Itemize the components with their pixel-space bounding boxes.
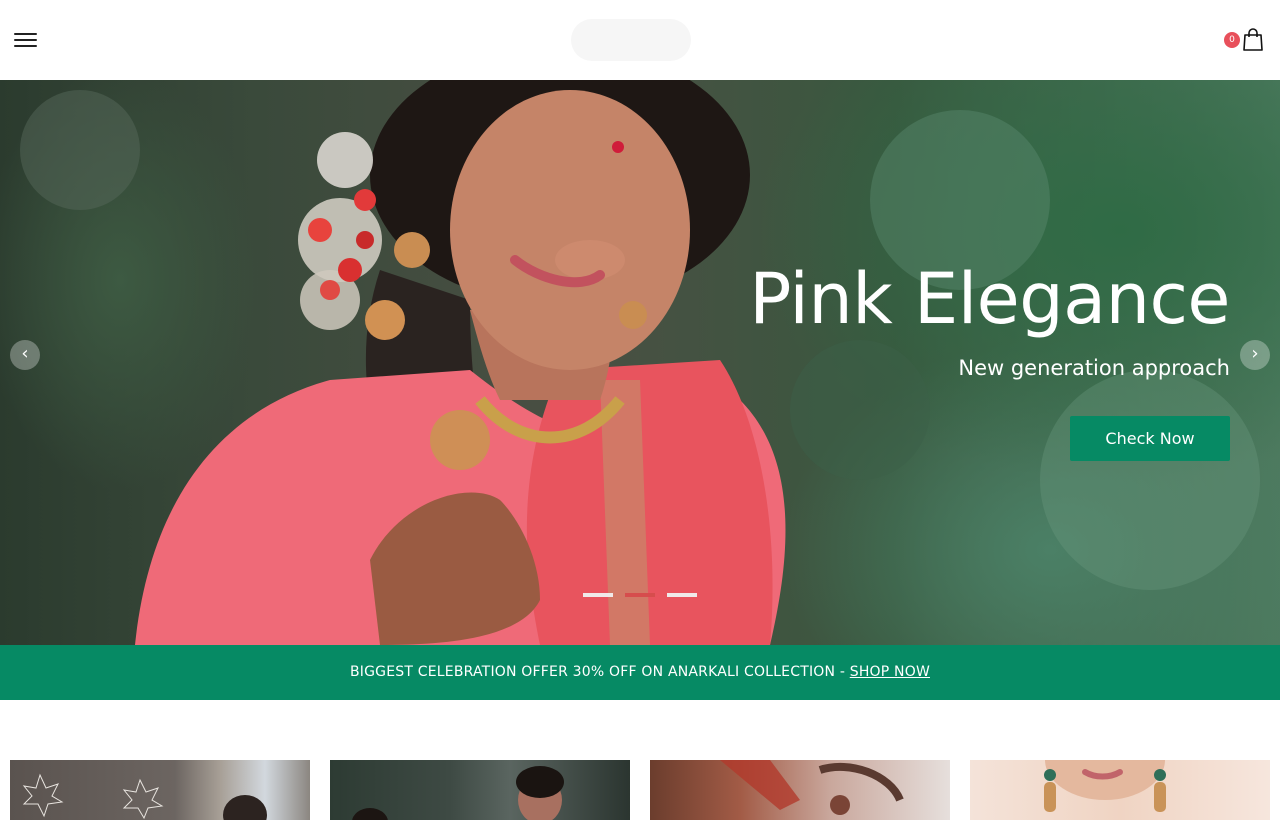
- maple-leaf-icon: [22, 773, 267, 820]
- hero-slider: ‹ › Pink Elegance New generation approac…: [0, 80, 1280, 645]
- site-logo[interactable]: [571, 19, 691, 61]
- shop-now-link[interactable]: SHOP NOW: [850, 664, 930, 680]
- chevron-right-icon: ›: [1251, 343, 1259, 364]
- check-now-button[interactable]: Check Now: [1070, 416, 1230, 461]
- category-tile[interactable]: [650, 760, 950, 820]
- slider-dots: [583, 593, 703, 599]
- hamburger-menu-icon[interactable]: [14, 30, 38, 50]
- slider-prev-button[interactable]: ‹: [10, 340, 40, 370]
- slider-dot-2[interactable]: [625, 593, 655, 597]
- category-tile[interactable]: [10, 760, 310, 820]
- promo-banner: BIGGEST CELEBRATION OFFER 30% OFF ON ANA…: [0, 645, 1280, 700]
- promo-text: BIGGEST CELEBRATION OFFER 30% OFF ON ANA…: [350, 664, 850, 680]
- category-image: [720, 760, 904, 815]
- cart-count-badge: 0: [1224, 32, 1240, 48]
- shopping-bag-icon: [1243, 28, 1263, 51]
- hero-title: Pink Elegance: [749, 258, 1230, 340]
- slider-dot-1[interactable]: [583, 593, 613, 597]
- category-image: [1044, 760, 1166, 812]
- site-header: 0: [0, 0, 1280, 80]
- category-tile[interactable]: [330, 760, 630, 820]
- cart-button[interactable]: 0: [1224, 28, 1266, 54]
- category-tile[interactable]: [970, 760, 1270, 820]
- slider-next-button[interactable]: ›: [1240, 340, 1270, 370]
- category-image: [352, 766, 564, 820]
- hero-subtitle: New generation approach: [958, 356, 1230, 380]
- slider-dot-3[interactable]: [667, 593, 697, 597]
- chevron-left-icon: ‹: [21, 343, 29, 364]
